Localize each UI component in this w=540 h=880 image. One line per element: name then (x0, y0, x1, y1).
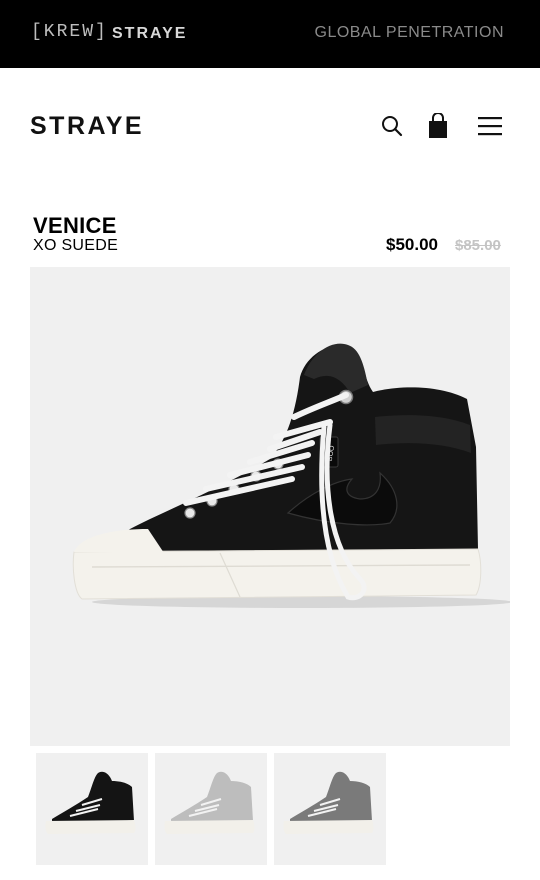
menu-icon (478, 117, 502, 136)
product-compare-price: $85.00 (455, 237, 501, 254)
search-button[interactable] (378, 112, 406, 140)
product-price: $50.00 (386, 235, 438, 254)
product-variant: XO SUEDE (33, 237, 119, 254)
sneaker-thumbnail-2 (164, 771, 255, 834)
sneaker-image: BOO (72, 343, 510, 608)
sneaker-thumbnail-1 (45, 771, 136, 834)
product-thumbnail-1[interactable] (36, 753, 148, 865)
sneaker-thumbnail-3 (283, 771, 374, 834)
product-name: VENICE (33, 213, 117, 238)
cart-button[interactable] (424, 112, 452, 140)
top-brand-bar: [KREW] STRAYE GLOBAL PENETRATION (0, 0, 540, 68)
top-tagline: GLOBAL PENETRATION (314, 24, 504, 41)
straye-brand-link[interactable]: STRAYE (112, 25, 187, 43)
shopping-bag-icon (429, 113, 447, 138)
menu-button[interactable] (476, 112, 504, 140)
krew-brand-link[interactable]: [KREW] (31, 22, 108, 42)
product-main-image[interactable]: BOO (30, 267, 510, 746)
product-thumbnail-2[interactable] (155, 753, 267, 865)
site-logo[interactable]: STRAYE (30, 112, 144, 141)
product-thumbnail-3[interactable] (274, 753, 386, 865)
site-header: STRAYE (0, 68, 540, 180)
search-icon (382, 116, 403, 137)
